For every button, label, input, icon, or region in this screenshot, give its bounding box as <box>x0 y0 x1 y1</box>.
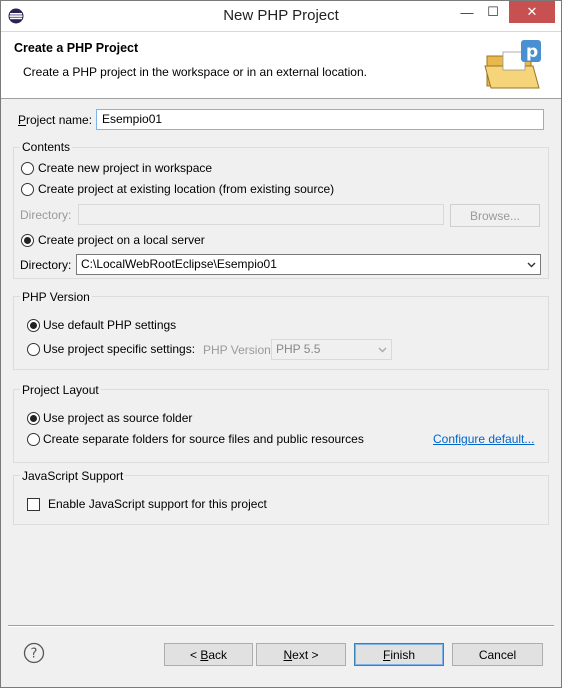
minimize-button[interactable]: — <box>453 1 481 23</box>
page-title: Create a PHP Project <box>14 41 139 55</box>
project-layout-group <box>13 389 549 463</box>
javascript-support-group-title: JavaScript Support <box>20 469 126 483</box>
radio-existing-location[interactable] <box>21 183 34 196</box>
server-directory-label: Directory: <box>20 258 72 272</box>
radio-local-server-label[interactable]: Create project on a local server <box>38 233 205 247</box>
radio-source-folder[interactable] <box>27 412 40 425</box>
svg-text:?: ? <box>31 647 38 662</box>
radio-new-workspace[interactable] <box>21 162 34 175</box>
radio-specific-php[interactable] <box>27 343 40 356</box>
svg-text:p: p <box>526 42 538 62</box>
radio-existing-location-label[interactable]: Create project at existing location (fro… <box>38 182 334 196</box>
title-bar: New PHP Project — ☐ ✕ <box>1 1 561 31</box>
wizard-header: Create a PHP Project Create a PHP projec… <box>1 31 561 98</box>
javascript-support-checkbox[interactable] <box>27 498 40 511</box>
radio-separate-folders[interactable] <box>27 433 40 446</box>
page-description: Create a PHP project in the workspace or… <box>23 65 367 79</box>
radio-new-workspace-label[interactable]: Create new project in workspace <box>38 161 212 175</box>
finish-button[interactable]: Finish <box>354 643 444 666</box>
cancel-button[interactable]: Cancel <box>452 643 543 666</box>
php-version-value: PHP 5.5 <box>276 342 321 356</box>
next-button[interactable]: Next > <box>256 643 346 666</box>
project-name-input[interactable]: Esempio01 <box>96 109 544 130</box>
php-project-folder-icon: p <box>483 36 545 92</box>
php-version-group-title: PHP Version <box>20 290 92 304</box>
radio-default-php[interactable] <box>27 319 40 332</box>
project-name-label-rest: roject name: <box>26 113 93 127</box>
radio-default-php-label[interactable]: Use default PHP settings <box>43 318 176 332</box>
radio-source-folder-label[interactable]: Use project as source folder <box>43 411 192 425</box>
maximize-button[interactable]: ☐ <box>479 1 507 23</box>
browse-button[interactable]: Browse... <box>450 204 540 227</box>
project-layout-group-title: Project Layout <box>20 383 101 397</box>
server-directory-combo[interactable]: C:\LocalWebRootEclipse\Esempio01 <box>76 254 541 275</box>
radio-local-server[interactable] <box>21 234 34 247</box>
radio-separate-folders-label[interactable]: Create separate folders for source files… <box>43 432 364 446</box>
contents-group-title: Contents <box>20 140 73 154</box>
directory-label-disabled: Directory: <box>20 208 72 222</box>
project-name-label: Project name: <box>18 113 93 127</box>
directory-input-disabled <box>78 204 444 225</box>
server-directory-value: C:\LocalWebRootEclipse\Esempio01 <box>81 257 277 271</box>
configure-default-link[interactable]: Configure default... <box>433 432 534 446</box>
php-version-combo[interactable]: PHP 5.5 <box>271 339 392 360</box>
chevron-down-icon <box>378 347 387 353</box>
radio-specific-php-label[interactable]: Use project specific settings: <box>43 342 195 356</box>
close-button[interactable]: ✕ <box>509 1 555 23</box>
back-button[interactable]: < Back <box>164 643 253 666</box>
help-icon[interactable]: ? <box>23 642 45 664</box>
php-version-label: PHP Version: <box>203 343 275 357</box>
chevron-down-icon <box>527 262 536 268</box>
footer-separator-highlight <box>8 626 554 627</box>
javascript-support-label[interactable]: Enable JavaScript support for this proje… <box>48 497 267 511</box>
